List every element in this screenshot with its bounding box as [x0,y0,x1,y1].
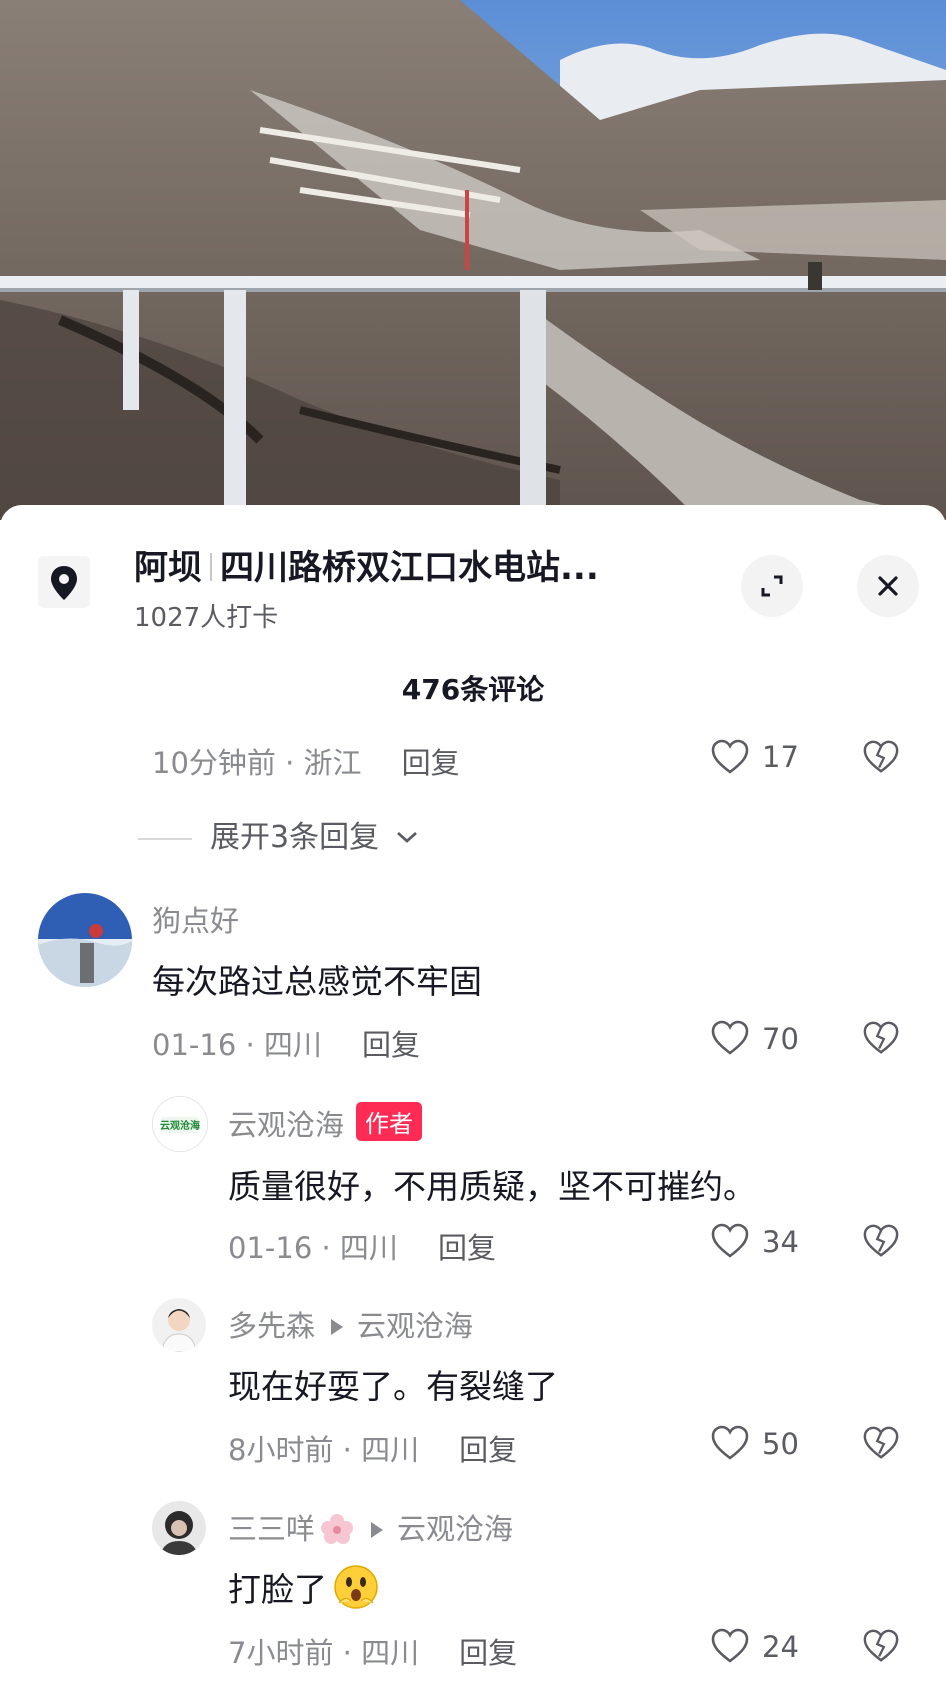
comment-time-region: 10分钟前 · 浙江 [152,746,362,780]
like-button[interactable] [710,1019,750,1061]
avatar-logo-text: 云观沧海 [160,1119,200,1132]
reply-username-row: 云观沧海 作者 [228,1102,423,1144]
dislike-button[interactable] [862,738,900,780]
expand-divider [138,837,192,840]
comment-text: 打脸了 [228,1570,327,1609]
heart-icon [711,1628,749,1663]
like-count: 50 [762,1427,799,1461]
reply-to-username[interactable]: 云观沧海 [397,1512,513,1546]
reply-arrow-icon [371,1522,384,1538]
comment-meta: 01-16 · 四川 回复 [228,1225,496,1267]
author-badge: 作者 [356,1102,423,1141]
broken-heart-icon [863,1426,899,1459]
reply-button[interactable]: 回复 [362,1028,420,1062]
comment-time-region: 01-16 · 四川 [228,1231,398,1265]
like-count: 17 [762,740,799,774]
dislike-button[interactable] [862,1019,900,1061]
avatar[interactable] [152,1298,206,1352]
like-button[interactable] [710,738,750,780]
heart-icon [711,739,749,774]
comment-username[interactable]: 狗点好 [152,898,239,940]
broken-heart-icon [863,1629,899,1662]
avatar[interactable] [38,893,132,987]
broken-heart-icon [863,1021,899,1054]
comment-time-region: 8小时前 · 四川 [228,1433,420,1467]
comment-count: 476条评论 [401,673,545,706]
reply-button[interactable]: 回复 [459,1636,517,1670]
heart-icon [711,1020,749,1055]
expand-label: 展开3条回复 [210,820,380,855]
comment-text: 每次路过总感觉不牢固 [152,962,482,1001]
reply-username-row: 多先森 云观沧海 [228,1303,473,1345]
avatar[interactable]: 云观沧海 [152,1096,208,1152]
comment-time-region: 01-16 · 四川 [152,1028,322,1062]
comment-text-row: 打脸了 [228,1563,381,1611]
reply-button[interactable]: 回复 [402,746,460,780]
comment-username[interactable]: 三三咩 [228,1512,315,1546]
like-button[interactable] [710,1222,750,1264]
dislike-button[interactable] [862,1627,900,1669]
reply-button[interactable]: 回复 [438,1231,496,1265]
comment-text: 现在好耍了。有裂缝了 [228,1367,558,1406]
like-count: 24 [762,1630,799,1664]
close-button[interactable] [857,555,919,617]
comment-meta: 8小时前 · 四川 回复 [228,1427,517,1469]
location-name: 四川路桥双江口水电站... [220,548,599,588]
dislike-button[interactable] [862,1424,900,1466]
avatar[interactable] [152,1501,206,1555]
video-thumbnail[interactable] [0,0,946,520]
comment-time-region: 7小时前 · 四川 [228,1636,420,1670]
comment-username[interactable]: 云观沧海 [228,1108,344,1142]
broken-heart-icon [863,740,899,773]
location-city: 阿坝 [134,548,202,588]
location-title[interactable]: 阿坝 四川路桥双江口水电站... [134,540,599,589]
like-count: 70 [762,1022,799,1056]
expand-button[interactable] [741,555,803,617]
like-count: 34 [762,1225,799,1259]
comment-meta: 7小时前 · 四川 回复 [228,1630,517,1672]
expand-replies[interactable]: 展开3条回复 [138,812,419,856]
checkin-count: 1027人打卡 [134,603,279,633]
comment-username[interactable]: 多先森 [228,1309,315,1343]
chevron-down-icon [396,831,417,843]
dislike-button[interactable] [862,1222,900,1264]
heart-icon [711,1425,749,1460]
reply-username-row: 三三咩 云观沧海 [228,1506,513,1548]
comment-meta: 01-16 · 四川 回复 [152,1022,420,1064]
broken-heart-icon [863,1224,899,1257]
like-button[interactable] [710,1424,750,1466]
comment-text: 质量很好，不用质疑，坚不可摧约。 [228,1167,756,1206]
expand-icon [761,575,783,597]
flower-emoji-icon [321,1514,354,1544]
heart-icon [711,1223,749,1258]
reply-arrow-icon [331,1319,344,1335]
title-separator [210,553,212,581]
shocked-face-emoji-icon [334,1565,378,1609]
comment-meta: 10分钟前 · 浙江 回复 [152,740,460,782]
reply-to-username[interactable]: 云观沧海 [357,1309,473,1343]
location-pin-icon [38,556,90,608]
close-icon [878,576,898,596]
reply-button[interactable]: 回复 [459,1433,517,1467]
like-button[interactable] [710,1627,750,1669]
